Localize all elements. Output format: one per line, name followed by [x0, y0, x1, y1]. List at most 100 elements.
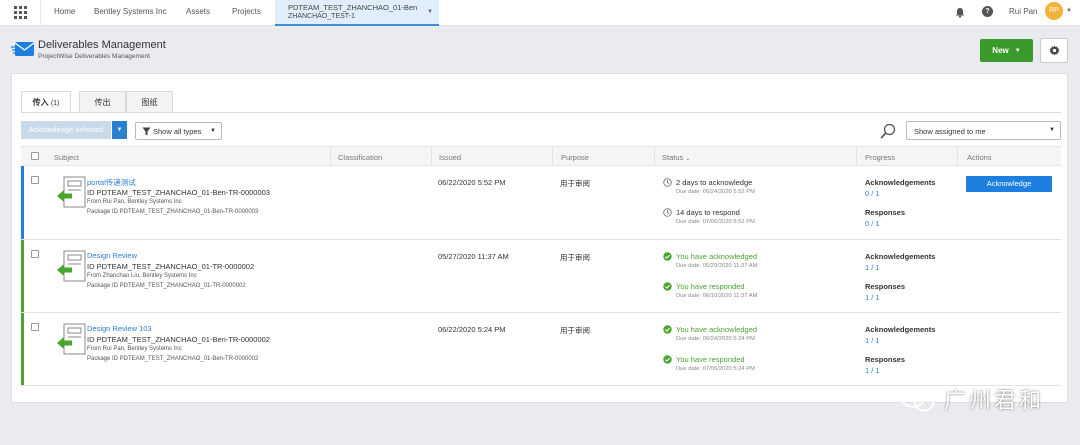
row-from: From Rui Pan, Bentley Systems Inc	[87, 346, 182, 352]
help-icon[interactable]: ?	[982, 6, 993, 17]
nav-home[interactable]: Home	[54, 7, 75, 16]
row-checkbox[interactable]	[31, 176, 39, 184]
clock-icon	[663, 178, 672, 187]
new-button[interactable]: New ▼	[980, 39, 1033, 62]
row-resp-label: Responses	[865, 282, 906, 291]
acknowledge-selected-button[interactable]: Acknowledge selected	[21, 121, 111, 139]
filter-icon	[142, 127, 151, 136]
row-status-acknowledged: You have acknowledged	[676, 252, 758, 261]
column-status[interactable]: Status ⌄	[662, 153, 690, 162]
row-resp-label: Responses	[865, 355, 906, 364]
row-ack-value[interactable]: 1 / 1	[865, 263, 880, 272]
nav-current-project[interactable]: PDTEAM_TEST_ZHANCHAO_01-Ben ZHANCHAO_TES…	[275, 0, 439, 26]
settings-button[interactable]	[1040, 38, 1068, 63]
project-name-line2: ZHANCHAO_TEST-1	[288, 13, 355, 20]
tab-outgoing[interactable]: 传出	[79, 91, 126, 113]
column-classification[interactable]: Classification	[338, 153, 382, 162]
column-purpose[interactable]: Purpose	[561, 153, 589, 162]
acknowledge-options-chevron-icon[interactable]: ▼	[112, 121, 127, 139]
row-status-acknowledge: 2 days to acknowledge	[676, 178, 753, 187]
bell-icon[interactable]	[955, 7, 965, 18]
row-purpose: 用于审阅	[560, 179, 590, 188]
check-circle-icon	[663, 282, 672, 291]
column-progress[interactable]: Progress	[865, 153, 895, 162]
row-due-date: Due date: 06/10/2020 11:37 AM	[676, 293, 758, 299]
row-ack-value[interactable]: 1 / 1	[865, 336, 880, 345]
row-resp-value[interactable]: 1 / 1	[865, 366, 880, 375]
gear-icon	[1049, 45, 1059, 56]
row-resp-value[interactable]: 0 / 1	[865, 219, 880, 228]
row-status-acknowledged: You have acknowledged	[676, 325, 758, 334]
search-icon[interactable]	[880, 123, 896, 139]
project-name-line1: PDTEAM_TEST_ZHANCHAO_01-Ben	[288, 3, 418, 12]
table-row[interactable]: Design Review 103 ID PDTEAM_TEST_ZHANCHA…	[21, 313, 1061, 386]
clock-icon	[663, 208, 672, 217]
select-all-checkbox[interactable]	[31, 152, 39, 160]
column-divider	[552, 147, 553, 166]
row-from: From Zhanchao Liu, Bentley Systems Inc	[87, 273, 197, 279]
row-checkbox[interactable]	[31, 323, 39, 331]
row-status-bar	[21, 240, 24, 312]
nav-bentley[interactable]: Bentley Systems Inc	[94, 7, 166, 16]
row-id: ID PDTEAM_TEST_ZHANCHAO_01-Ben-TR-000000…	[87, 335, 270, 344]
row-issued: 06/22/2020 5:52 PM	[438, 178, 506, 187]
row-status-responded: You have responded	[676, 282, 745, 291]
assigned-filter-value: Show assigned to me	[914, 127, 986, 136]
row-id: ID PDTEAM_TEST_ZHANCHAO_01-TR-0000002	[87, 262, 255, 271]
assigned-filter-dropdown[interactable]: Show assigned to me ▼	[906, 121, 1061, 140]
column-divider	[957, 147, 958, 166]
app-launcher-icon[interactable]	[14, 6, 27, 19]
row-from: From Rui Pan, Bentley Systems Inc	[87, 199, 182, 205]
row-status-bar	[21, 313, 24, 385]
nav-projects[interactable]: Projects	[232, 7, 261, 16]
column-actions: Actions	[967, 153, 992, 162]
acknowledge-button[interactable]: Acknowledge	[966, 176, 1052, 192]
row-due-date: Due date: 07/06/2020 5:24 PM	[676, 366, 755, 372]
row-status-bar	[21, 166, 24, 239]
chevron-down-icon: ▼	[427, 9, 433, 15]
tab-incoming[interactable]: 传入 (1)	[21, 91, 71, 113]
row-due-date: Due date: 06/24/2020 5:52 PM	[676, 189, 755, 195]
table-header: Subject Classification Issued Purpose St…	[21, 146, 1061, 166]
table-row[interactable]: portal传递测试 ID PDTEAM_TEST_ZHANCHAO_01-Be…	[21, 166, 1061, 240]
user-name[interactable]: Rui Pan	[1009, 7, 1037, 16]
watermark-text: 广州君和	[944, 389, 1045, 414]
column-divider	[431, 147, 432, 166]
row-package-id: Package ID PDTEAM_TEST_ZHANCHAO_01-Ben-T…	[87, 209, 259, 215]
column-divider	[654, 147, 655, 166]
row-due-date: Due date: 05/29/2020 11:37 AM	[676, 263, 758, 269]
table-row[interactable]: Design Review ID PDTEAM_TEST_ZHANCHAO_01…	[21, 240, 1061, 313]
wechat-logo-icon	[901, 388, 934, 412]
chevron-down-icon: ▼	[1014, 47, 1021, 54]
tab-drawings[interactable]: 图纸	[126, 91, 173, 113]
page-title: Deliverables Management	[38, 39, 166, 51]
row-package-id: Package ID PDTEAM_TEST_ZHANCHAO_01-Ben-T…	[87, 356, 259, 362]
nav-assets[interactable]: Assets	[186, 7, 210, 16]
chevron-down-icon: ▼	[210, 128, 216, 134]
row-resp-value[interactable]: 1 / 1	[865, 293, 880, 302]
top-nav: Home Bentley Systems Inc Assets Projects…	[0, 0, 1080, 26]
row-ack-value[interactable]: 0 / 1	[865, 189, 880, 198]
row-subject-link[interactable]: Design Review 103	[87, 324, 152, 333]
row-checkbox[interactable]	[31, 250, 39, 258]
row-subject-link[interactable]: portal传递测试	[87, 177, 136, 188]
deliverables-panel: 传入 (1) 传出 图纸 Acknowledge selected ▼ Show…	[11, 73, 1068, 403]
sort-chevron-icon: ⌄	[685, 156, 691, 162]
column-divider	[856, 147, 857, 166]
row-status-respond: 14 days to respond	[676, 208, 740, 217]
transmittal-document-icon	[57, 323, 86, 355]
column-subject[interactable]: Subject	[54, 153, 79, 162]
column-issued[interactable]: Issued	[439, 153, 461, 162]
row-issued: 06/22/2020 5:24 PM	[438, 325, 506, 334]
types-filter-dropdown[interactable]: Show all types ▼	[135, 122, 222, 140]
row-ack-label: Acknowledgements	[865, 252, 936, 261]
nav-divider	[40, 0, 41, 26]
deliverables-envelope-icon	[11, 42, 35, 56]
chevron-down-icon: ▼	[1049, 127, 1055, 133]
row-id: ID PDTEAM_TEST_ZHANCHAO_01-Ben-TR-000000…	[87, 188, 270, 197]
row-issued: 05/27/2020 11:37 AM	[438, 252, 509, 261]
check-circle-icon	[663, 252, 672, 261]
row-subject-link[interactable]: Design Review	[87, 251, 137, 260]
avatar[interactable]: RP	[1045, 2, 1063, 20]
user-menu-chevron-icon[interactable]: ▼	[1066, 8, 1072, 14]
